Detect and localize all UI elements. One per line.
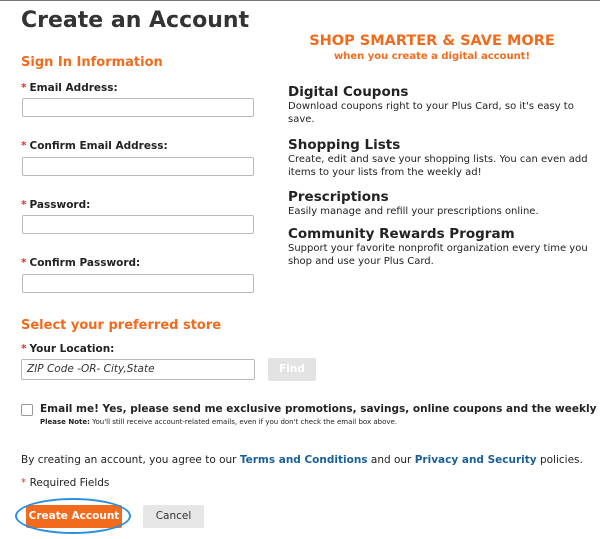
store-section-title: Select your preferred store (21, 318, 222, 333)
benefit-prescriptions: Prescriptions Easily manage and refill y… (288, 189, 588, 218)
required-marker: * (21, 477, 27, 489)
required-marker: * (21, 343, 27, 355)
benefit-text: Download coupons right to your Plus Card… (288, 101, 574, 125)
top-border (0, 0, 600, 1)
cancel-button[interactable]: Cancel (143, 505, 204, 528)
email-note: Please Note: You'll still receive accoun… (40, 418, 398, 426)
email-label: * Email Address: (21, 82, 118, 94)
required-marker: * (21, 82, 27, 94)
benefit-title: Prescriptions (288, 189, 389, 205)
confirm-password-label: * Confirm Password: (21, 257, 141, 269)
benefit-text: Support your favorite nonprofit organiza… (288, 243, 588, 267)
required-marker: * (21, 140, 27, 152)
privacy-link[interactable]: Privacy and Security (415, 454, 537, 466)
confirm-email-label: * Confirm Email Address: (21, 140, 168, 152)
required-marker: * (21, 257, 27, 269)
benefit-shopping-lists: Shopping Lists Create, edit and save you… (288, 137, 588, 179)
promo-headline: SHOP SMARTER & SAVE MORE (309, 33, 555, 49)
confirm-password-field[interactable] (22, 274, 254, 293)
benefit-community-rewards: Community Rewards Program Support your f… (288, 226, 588, 268)
page-title: Create an Account (21, 8, 250, 33)
benefit-title: Digital Coupons (288, 84, 409, 100)
terms-statement: By creating an account, you agree to our… (21, 454, 583, 466)
location-input[interactable]: ZIP Code -OR- City,State (21, 359, 255, 380)
benefit-digital-coupons: Digital Coupons Download coupons right t… (288, 84, 588, 126)
email-opt-in-label: Email me! Yes, please send me exclusive … (40, 403, 600, 415)
location-label: * Your Location: (21, 343, 115, 355)
promo-subheadline: when you create a digital account! (333, 51, 531, 62)
email-opt-in-checkbox[interactable] (21, 404, 33, 416)
benefit-title: Shopping Lists (288, 137, 401, 153)
password-field[interactable] (22, 215, 254, 234)
benefit-title: Community Rewards Program (288, 226, 515, 242)
password-label: * Password: (21, 199, 91, 211)
terms-link[interactable]: Terms and Conditions (240, 454, 368, 466)
benefit-text: Easily manage and refill your prescripti… (288, 206, 539, 217)
benefit-text: Create, edit and save your shopping list… (288, 154, 588, 178)
required-marker: * (21, 199, 27, 211)
email-field[interactable] (22, 98, 254, 117)
required-fields-note: * Required Fields (21, 477, 110, 489)
sign-in-section-title: Sign In Information (21, 55, 163, 70)
highlight-circle (15, 498, 131, 534)
find-button[interactable]: Find (268, 358, 316, 381)
confirm-email-field[interactable] (22, 157, 254, 176)
